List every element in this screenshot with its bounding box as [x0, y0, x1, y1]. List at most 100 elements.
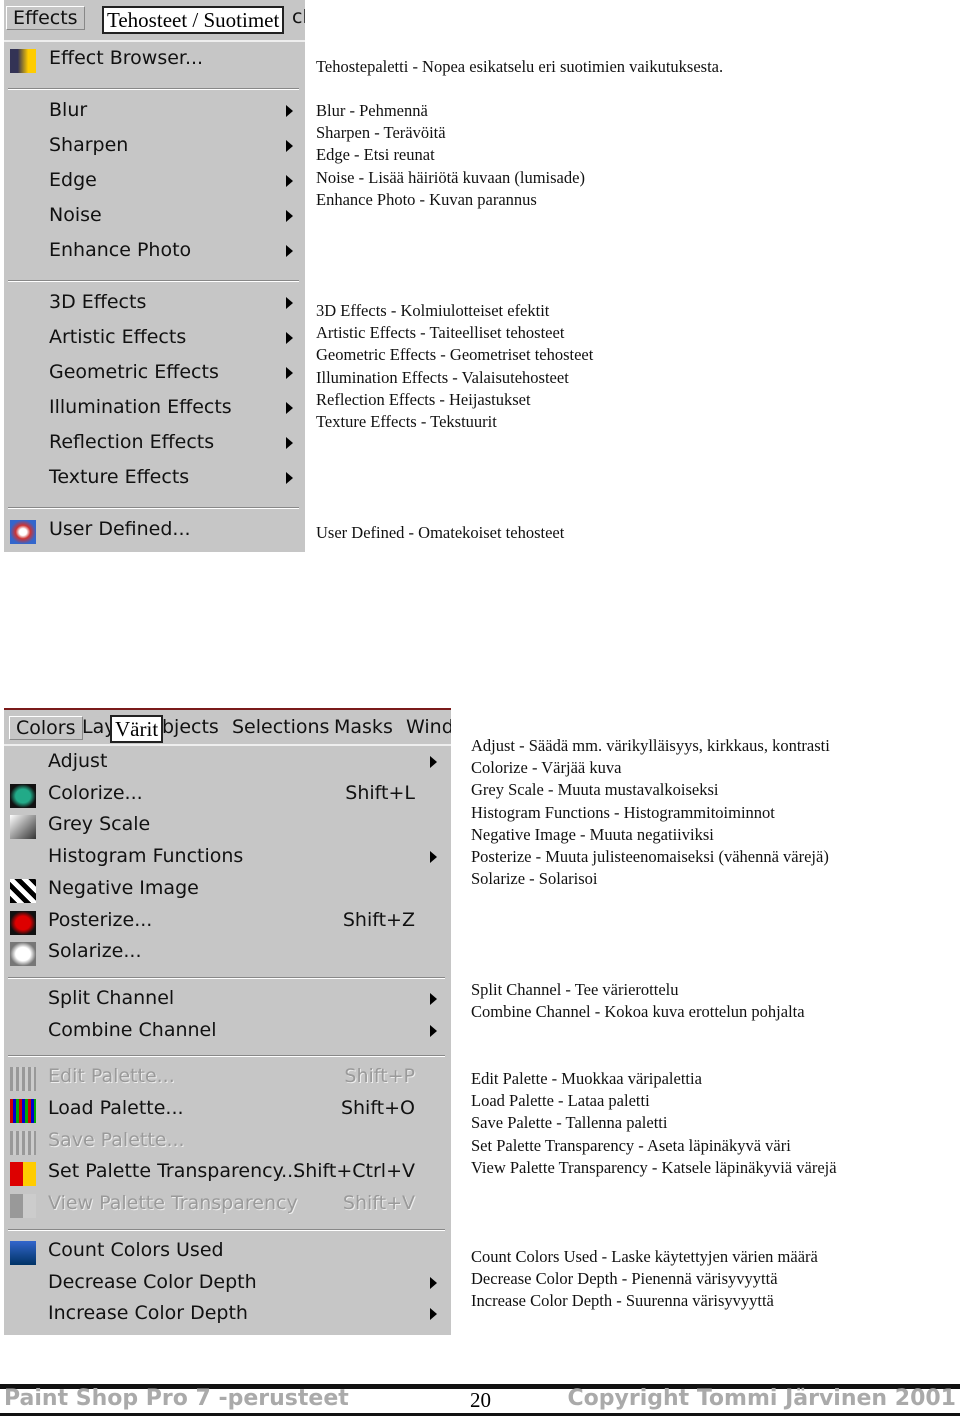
menubar-selections[interactable]: Selections: [232, 716, 329, 738]
description-line: Edge - Etsi reunat: [316, 145, 435, 165]
description-line: Texture Effects - Tekstuurit: [316, 412, 497, 432]
menu-item-label: Combine Channel: [48, 1018, 217, 1041]
menu-item-label: Negative Image: [48, 876, 199, 899]
description-line: Solarize - Solarisoi: [471, 869, 598, 889]
menu-item-edit-palette[interactable]: Edit Palette... Shift+P: [4, 1065, 451, 1097]
menu-item-load-palette[interactable]: Load Palette... Shift+O: [4, 1097, 451, 1129]
menu-item-label: Illumination Effects: [49, 396, 232, 418]
menu-item-label: Effect Browser...: [49, 47, 204, 69]
description-line: Illumination Effects - Valaisutehosteet: [316, 367, 569, 387]
menubar-wind[interactable]: Wind: [406, 716, 451, 738]
menubar-cut: cl: [292, 6, 305, 28]
menu-item-decrease-color-depth[interactable]: Decrease Color Depth: [4, 1271, 451, 1303]
menu-item-combine-channel[interactable]: Combine Channel: [4, 1019, 451, 1051]
submenu-arrow-icon: [286, 297, 293, 309]
menu-separator: [8, 280, 299, 282]
description-line: Blur - Pehmennä: [316, 101, 428, 120]
effects-menu-screenshot: Effects cl Tehosteet / Suotimet Effect B…: [4, 0, 305, 552]
menu-separator: [8, 507, 299, 509]
palette-transparency-icon: [10, 1162, 36, 1187]
menu-separator: [8, 88, 299, 90]
save-palette-icon: [10, 1130, 36, 1155]
submenu-arrow-icon: [286, 175, 293, 187]
description-block: User Defined - Omatekoiset tehosteet: [316, 522, 564, 544]
description-line: 3D Effects - Kolmiulotteiset efektit: [316, 301, 550, 320]
menu-item-enhance-photo[interactable]: Enhance Photo: [4, 239, 305, 274]
description-block: Tehostepaletti - Nopea esikatselu eri su…: [316, 56, 723, 78]
menu-item-artistic-effects[interactable]: Artistic Effects: [4, 326, 305, 361]
colorize-icon: [10, 783, 36, 808]
description-line: Colorize - Värjää kuva: [471, 758, 622, 778]
count-colors-icon: [10, 1240, 36, 1265]
description-line: Enhance Photo - Kuvan parannus: [316, 189, 537, 209]
annotation-label: Värit: [110, 715, 164, 743]
submenu-arrow-icon: [286, 402, 293, 414]
menu-item-label: Split Channel: [48, 986, 175, 1009]
submenu-arrow-icon: [286, 140, 293, 152]
menu-item-negative-image[interactable]: Negative Image: [4, 877, 451, 909]
menubar-masks[interactable]: Masks: [334, 716, 393, 738]
description-line: Histogram Functions - Histogrammitoiminn…: [471, 802, 775, 822]
menu-item-blur[interactable]: Blur: [4, 99, 305, 134]
menubar-colors[interactable]: Colors: [9, 716, 83, 740]
submenu-arrow-icon: [286, 105, 293, 117]
menu-item-adjust[interactable]: Adjust: [4, 750, 451, 782]
description-block: Blur - Pehmennä Sharpen - Terävöitä Edge -…: [316, 100, 585, 211]
menu-item-label: Sharpen: [49, 134, 129, 156]
load-palette-icon: [10, 1099, 36, 1123]
annotation-label: Tehosteet / Suotimet: [102, 6, 285, 34]
menu-item-label: User Defined...: [49, 518, 191, 540]
menu-item-illumination-effects[interactable]: Illumination Effects: [4, 396, 305, 431]
menu-item-split-channel[interactable]: Split Channel: [4, 987, 451, 1019]
menu-item-label: Edge: [49, 169, 97, 191]
menu-item-solarize[interactable]: Solarize...: [4, 940, 451, 972]
description-line: Edit Palette - Muokkaa väripalettia: [471, 1069, 702, 1088]
description-line: Artistic Effects - Taiteelliset tehostee…: [316, 323, 565, 343]
menu-item-label: Colorize...: [48, 781, 143, 804]
description-line: Increase Color Depth - Suurenna värisyvy…: [471, 1291, 774, 1311]
description-line: Sharpen - Terävöitä: [316, 123, 446, 143]
menubar-bjects[interactable]: bjects: [162, 716, 219, 738]
submenu-arrow-icon: [286, 367, 293, 379]
menu-item-user-defined[interactable]: User Defined...: [4, 518, 305, 553]
menu-item-set-palette-transparency[interactable]: Set Palette Transparency... Shift+Ctrl+V: [4, 1160, 451, 1192]
menu-item-noise[interactable]: Noise: [4, 204, 305, 239]
menu-item-label: Geometric Effects: [49, 361, 219, 383]
menu-item-posterize[interactable]: Posterize... Shift+Z: [4, 909, 451, 941]
menu-item-3d-effects[interactable]: 3D Effects: [4, 291, 305, 326]
description-block: Count Colors Used - Laske käytettyjen vä…: [471, 1246, 818, 1313]
menu-item-save-palette[interactable]: Save Palette...: [4, 1129, 451, 1161]
menubar-effects[interactable]: Effects: [6, 6, 85, 30]
description-line: Load Palette - Lataa paletti: [471, 1091, 650, 1111]
description-line: Combine Channel - Kokoa kuva erottelun p…: [471, 1002, 805, 1022]
menu-item-reflection-effects[interactable]: Reflection Effects: [4, 431, 305, 466]
menu-item-colorize[interactable]: Colorize... Shift+L: [4, 782, 451, 814]
shortcut-label: Shift+V: [342, 1192, 415, 1215]
submenu-arrow-icon: [430, 756, 437, 768]
menu-item-sharpen[interactable]: Sharpen: [4, 134, 305, 169]
menu-item-label: Set Palette Transparency...: [48, 1160, 300, 1183]
shortcut-label: Shift+P: [344, 1065, 415, 1088]
menu-item-label: Reflection Effects: [49, 431, 215, 453]
footer-right: Copyright Tommi Järvinen 2001: [567, 1386, 956, 1411]
colors-menu-screenshot: Colors Lay bjects Selections Masks Wind Värit…: [4, 708, 451, 1335]
submenu-arrow-icon: [430, 1024, 437, 1037]
menu-item-label: Grey Scale: [48, 813, 151, 836]
negative-image-icon: [10, 878, 36, 903]
menu-item-increase-color-depth[interactable]: Increase Color Depth: [4, 1302, 451, 1334]
menu-item-geometric-effects[interactable]: Geometric Effects: [4, 361, 305, 396]
menu-separator: [8, 1228, 445, 1231]
menu-item-grey-scale[interactable]: Grey Scale: [4, 813, 451, 845]
menu-item-effect-browser[interactable]: Effect Browser...: [4, 47, 305, 82]
menu-item-texture-effects[interactable]: Texture Effects: [4, 466, 305, 501]
description-line: Posterize - Muuta julisteenomaiseksi (vä…: [471, 847, 829, 867]
menu-item-histogram-functions[interactable]: Histogram Functions: [4, 845, 451, 877]
footer-bottom-rule: [0, 1413, 960, 1416]
description-line: Count Colors Used - Laske käytettyjen vä…: [471, 1247, 818, 1266]
menu-separator: [8, 976, 445, 979]
menu-item-count-colors-used[interactable]: Count Colors Used: [4, 1239, 451, 1271]
shortcut-label: Shift+O: [340, 1097, 415, 1119]
menu-item-view-palette-transparency[interactable]: View Palette Transparency Shift+V: [4, 1192, 451, 1224]
menu-item-edge[interactable]: Edge: [4, 169, 305, 204]
menu-item-label: Save Palette...: [48, 1128, 185, 1151]
